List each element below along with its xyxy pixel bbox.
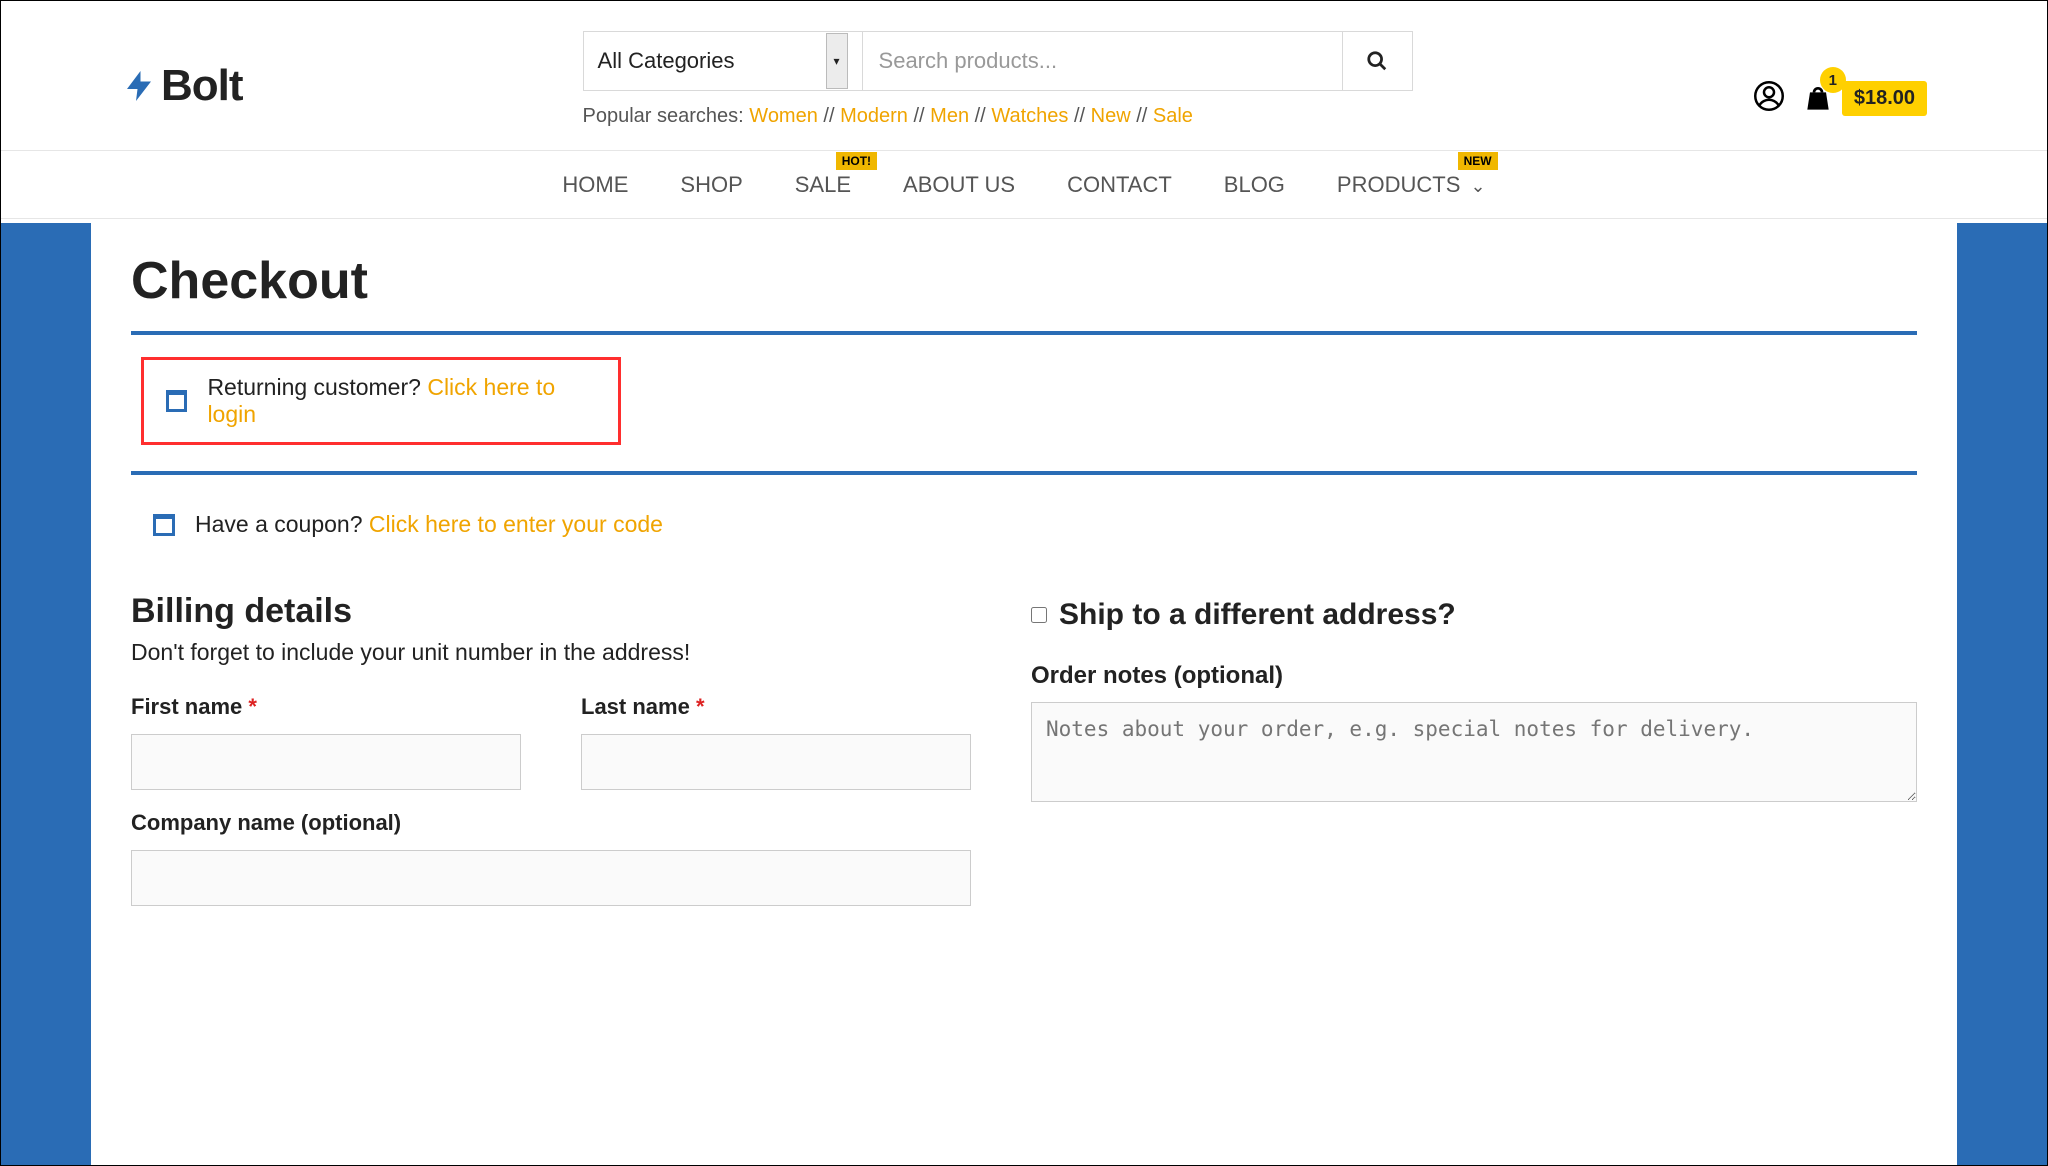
window-icon — [166, 390, 187, 412]
popular-link-watches[interactable]: Watches — [991, 105, 1068, 127]
popular-link-men[interactable]: Men — [930, 105, 969, 127]
nav-sale-badge: HOT! — [836, 152, 877, 170]
ship-different-title: Ship to a different address? — [1031, 598, 1917, 632]
ship-different-label: Ship to a different address? — [1059, 598, 1456, 632]
first-name-label: First name * — [131, 694, 521, 720]
chevron-down-icon: ▾ — [826, 33, 848, 89]
nav-shop[interactable]: SHOP — [680, 172, 742, 198]
nav-products-badge: NEW — [1458, 152, 1498, 170]
billing-title: Billing details — [131, 592, 971, 631]
cart-count-badge: 1 — [1820, 67, 1846, 93]
user-icon — [1754, 81, 1784, 111]
search-input[interactable]: Search products... — [863, 31, 1343, 91]
nav-contact[interactable]: CONTACT — [1067, 172, 1172, 198]
nav-blog[interactable]: BLOG — [1224, 172, 1285, 198]
main-content: Checkout Returning customer? Click here … — [1, 219, 2047, 926]
popular-searches: Popular searches: Women // Modern // Men… — [583, 105, 1413, 128]
nav-products-label: PRODUCTS — [1337, 172, 1460, 197]
search-placeholder: Search products... — [879, 48, 1058, 74]
first-name-input[interactable] — [131, 734, 521, 790]
shipping-column: Ship to a different address? Order notes… — [1031, 592, 1917, 926]
popular-link-new[interactable]: New — [1091, 105, 1131, 127]
cart-price: $18.00 — [1842, 81, 1927, 116]
page-title: Checkout — [131, 251, 1917, 311]
header-right: 1 $18.00 — [1754, 81, 1927, 116]
bolt-icon — [121, 68, 157, 104]
nav-sale-label: SALE — [795, 172, 851, 197]
company-label: Company name (optional) — [131, 810, 971, 836]
header: Bolt All Categories ▾ Search products...… — [1, 1, 2047, 151]
cart-button[interactable]: 1 $18.00 — [1802, 81, 1927, 116]
order-notes-label: Order notes (optional) — [1031, 662, 1917, 690]
last-name-label: Last name * — [581, 694, 971, 720]
popular-label: Popular searches: — [583, 105, 744, 127]
window-icon — [153, 514, 175, 536]
nav-sale[interactable]: SALE HOT! — [795, 172, 851, 198]
search-icon — [1366, 50, 1388, 72]
logo[interactable]: Bolt — [121, 61, 243, 111]
coupon-link[interactable]: Click here to enter your code — [369, 511, 663, 537]
coupon-notice: Have a coupon? Click here to enter your … — [131, 497, 1917, 552]
billing-column: Billing details Don't forget to include … — [131, 592, 971, 926]
popular-link-sale[interactable]: Sale — [1153, 105, 1193, 127]
popular-link-modern[interactable]: Modern — [840, 105, 908, 127]
returning-customer-notice: Returning customer? Click here to login — [141, 357, 621, 445]
divider — [131, 331, 1917, 335]
logo-text: Bolt — [161, 61, 243, 111]
ship-different-checkbox[interactable] — [1031, 607, 1047, 623]
order-notes-input[interactable] — [1031, 702, 1917, 802]
returning-text: Returning customer? — [207, 374, 421, 400]
nav-about[interactable]: ABOUT US — [903, 172, 1015, 198]
divider — [131, 471, 1917, 475]
nav-home[interactable]: HOME — [562, 172, 628, 198]
account-button[interactable] — [1754, 81, 1784, 116]
search-area: All Categories ▾ Search products... Popu… — [583, 31, 1413, 128]
last-name-input[interactable] — [581, 734, 971, 790]
coupon-text: Have a coupon? — [195, 511, 363, 537]
category-label: All Categories — [598, 48, 735, 74]
company-input[interactable] — [131, 850, 971, 906]
nav-products[interactable]: PRODUCTS NEW — [1337, 172, 1486, 198]
popular-link-women[interactable]: Women — [749, 105, 818, 127]
main-nav: HOME SHOP SALE HOT! ABOUT US CONTACT BLO… — [1, 151, 2047, 219]
search-button[interactable] — [1343, 31, 1413, 91]
billing-note: Don't forget to include your unit number… — [131, 639, 971, 666]
category-select[interactable]: All Categories ▾ — [583, 31, 863, 91]
